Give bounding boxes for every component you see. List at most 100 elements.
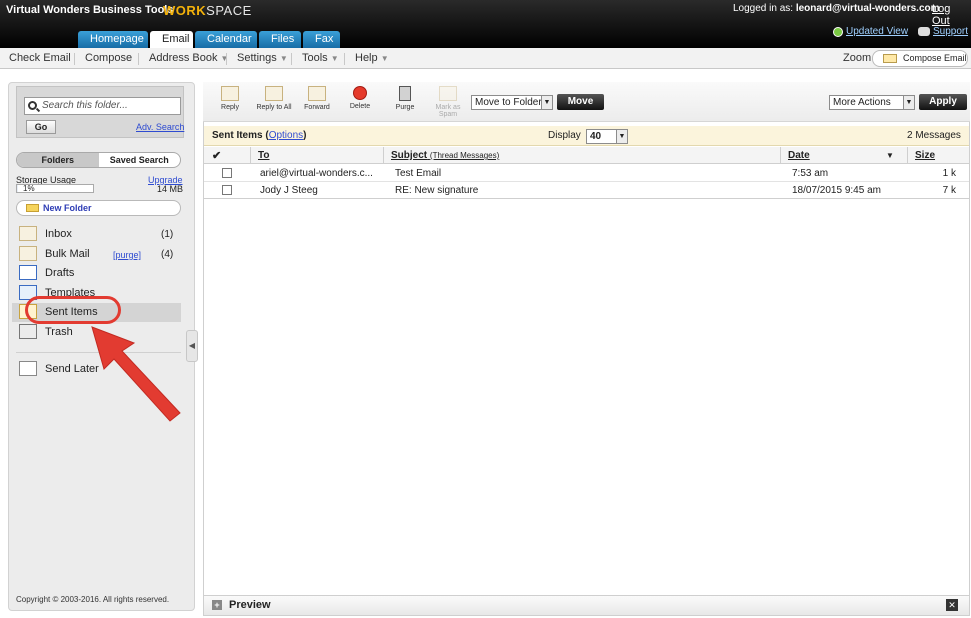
row-date: 18/07/2015 9:45 am xyxy=(792,185,881,196)
display-count-select[interactable]: 40 ▼ xyxy=(586,129,628,144)
main-tabs: Homepage Email Calendar Files Fax xyxy=(78,31,342,48)
storage-percent: 1% xyxy=(23,184,35,193)
preview-expand-icon[interactable]: + xyxy=(212,600,222,610)
preview-label[interactable]: Preview xyxy=(229,599,271,611)
settings-caret-icon: ▼ xyxy=(279,54,288,63)
menu-help[interactable]: Help ▼ xyxy=(355,52,389,64)
purge-icon xyxy=(399,86,411,101)
annotation-arrow-icon xyxy=(91,326,181,422)
folder-bulk-mail[interactable]: Bulk Mail [purge] (4) xyxy=(12,245,181,264)
mark-as-spam-button[interactable]: Mark as Spam xyxy=(426,86,470,120)
row-checkbox[interactable] xyxy=(222,168,232,178)
inbox-icon xyxy=(19,226,37,241)
bulk-mail-count: (4) xyxy=(161,249,174,260)
row-checkbox[interactable] xyxy=(222,185,232,195)
go-button[interactable]: Go xyxy=(26,120,56,134)
move-button[interactable]: Move xyxy=(557,94,604,110)
compose-icon xyxy=(883,54,897,63)
row-subject: RE: New signature xyxy=(395,185,479,196)
move-folder-dropdown-icon: ▼ xyxy=(541,96,552,109)
menu-compose[interactable]: Compose xyxy=(85,52,132,64)
reply-all-icon xyxy=(265,86,283,101)
display-label: Display xyxy=(548,130,581,141)
top-bar: Virtual Wonders Business Tools WORKSPACE… xyxy=(0,0,971,48)
forward-button[interactable]: Forward xyxy=(295,86,339,120)
updated-view-icon xyxy=(833,26,843,37)
column-date[interactable]: Date xyxy=(788,150,810,161)
delete-button[interactable]: Delete xyxy=(338,86,382,120)
reply-icon xyxy=(221,86,239,101)
search-input[interactable]: Search this folder... xyxy=(24,97,181,115)
inbox-count: (1) xyxy=(161,229,174,240)
check-all-icon[interactable]: ✔ xyxy=(212,149,221,162)
table-divider xyxy=(204,198,969,199)
column-to[interactable]: To xyxy=(258,150,269,161)
row-to: Jody J Steeg xyxy=(260,185,318,196)
tools-caret-icon: ▼ xyxy=(330,54,339,63)
help-caret-icon: ▼ xyxy=(380,54,389,63)
row-date: 7:53 am xyxy=(792,168,829,179)
folder-add-icon xyxy=(26,204,39,212)
zoom-control[interactable]: Zoom xyxy=(843,52,871,64)
tab-email[interactable]: Email xyxy=(150,31,193,48)
move-to-folder-select[interactable]: Move to Folder ▼ xyxy=(471,95,553,110)
menu-tools[interactable]: Tools ▼ xyxy=(302,52,339,64)
column-subject[interactable]: Subject (Thread Messages) xyxy=(391,150,499,161)
logout-link[interactable]: Log Out xyxy=(932,3,971,27)
menu-bar: Check Email Compose Address Book ▼ Setti… xyxy=(0,48,971,69)
table-header xyxy=(204,147,969,164)
display-dropdown-icon: ▼ xyxy=(616,130,627,143)
address-book-caret-icon: ▼ xyxy=(220,54,229,63)
workspace-logo: WORKSPACE xyxy=(163,3,252,18)
email-app: Virtual Wonders Business Tools WORKSPACE… xyxy=(0,0,971,618)
brand-title: Virtual Wonders Business Tools xyxy=(6,4,174,16)
message-count: 2 Messages xyxy=(907,130,961,141)
purge-link[interactable]: [purge] xyxy=(113,250,141,260)
highlight-circle xyxy=(25,296,121,324)
support-link[interactable]: Support xyxy=(918,26,968,37)
thread-messages-link[interactable]: (Thread Messages) xyxy=(430,151,499,160)
send-later-icon xyxy=(19,361,37,376)
spam-icon xyxy=(439,86,457,101)
apply-button[interactable]: Apply xyxy=(919,94,967,110)
toggle-folders[interactable]: Folders xyxy=(17,153,99,167)
toggle-saved-search[interactable]: Saved Search xyxy=(99,153,181,167)
storage-usage-fill xyxy=(17,185,18,192)
folder-view-toggle: Folders Saved Search xyxy=(16,152,181,168)
storage-usage-bar: 1% xyxy=(16,184,94,193)
menu-check-email[interactable]: Check Email xyxy=(9,52,71,64)
folder-options-link[interactable]: Options xyxy=(269,130,303,141)
delete-icon xyxy=(353,86,367,100)
table-row[interactable]: ariel@virtual-wonders.c... Test Email 7:… xyxy=(204,165,969,182)
current-folder-title: Sent Items (Options) xyxy=(212,130,307,141)
tab-files[interactable]: Files xyxy=(259,31,301,48)
updated-view-link[interactable]: Updated View xyxy=(833,26,908,37)
folder-inbox[interactable]: Inbox (1) xyxy=(12,225,181,244)
tab-homepage[interactable]: Homepage xyxy=(78,31,148,48)
reply-all-button[interactable]: Reply to All xyxy=(252,86,296,120)
search-icon xyxy=(28,101,37,110)
storage-size: 14 MB xyxy=(157,184,184,194)
reply-button[interactable]: Reply xyxy=(208,86,252,120)
more-actions-select[interactable]: More Actions ▼ xyxy=(829,95,915,110)
login-info: Logged in as: leonard@virtual-wonders.co… xyxy=(733,3,940,14)
preview-bar xyxy=(204,595,969,615)
compose-email-button[interactable]: Compose Email xyxy=(872,50,968,67)
row-size: 7 k xyxy=(942,185,956,196)
menu-address-book[interactable]: Address Book ▼ xyxy=(149,52,228,64)
column-size[interactable]: Size xyxy=(915,150,935,161)
table-row[interactable]: Jody J Steeg RE: New signature 18/07/201… xyxy=(204,182,969,199)
purge-button[interactable]: Purge xyxy=(383,86,427,120)
row-subject: Test Email xyxy=(395,168,442,179)
tab-fax[interactable]: Fax xyxy=(303,31,340,48)
tab-calendar[interactable]: Calendar xyxy=(195,31,257,48)
new-folder-button[interactable]: New Folder xyxy=(16,200,181,216)
copyright: Copyright © 2003-2016. All rights reserv… xyxy=(16,595,170,604)
support-chat-icon xyxy=(918,27,930,36)
forward-icon xyxy=(308,86,326,101)
folder-drafts[interactable]: Drafts xyxy=(12,264,181,283)
advanced-search-link[interactable]: Adv. Search xyxy=(136,122,184,132)
bulk-mail-icon xyxy=(19,246,37,261)
preview-close-icon[interactable]: ✕ xyxy=(946,599,958,611)
menu-settings[interactable]: Settings ▼ xyxy=(237,52,288,64)
